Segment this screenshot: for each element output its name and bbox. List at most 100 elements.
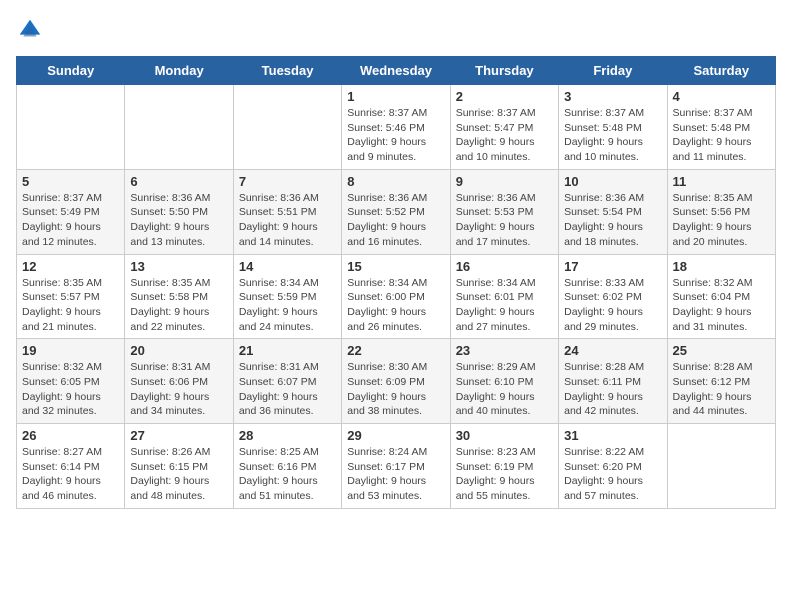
calendar-week-5: 26 Sunrise: 8:27 AM Sunset: 6:14 PM Dayli… [17, 424, 776, 509]
calendar-cell: 4Sunrise: 8:37 AM Sunset: 5:48 PM Daylig… [667, 85, 775, 170]
day-detail: Sunrise: 8:33 AM Sunset: 6:02 PM Dayligh… [564, 276, 661, 335]
day-detail: Sunrise: 8:34 AM Sunset: 6:00 PM Dayligh… [347, 276, 444, 335]
day-number: 27 [130, 428, 227, 443]
calendar-cell: 25Sunrise: 8:28 AM Sunset: 6:12 PM Dayli… [667, 339, 775, 424]
day-number: 24 [564, 343, 661, 358]
day-detail: Sunrise: 8:32 AM Sunset: 6:05 PM Dayligh… [22, 360, 119, 419]
calendar-cell: 11 Sunrise: 8:35 AM Sunset: 5:56 PM Dayli… [667, 169, 775, 254]
day-detail: Sunrise: 8:34 AM Sunset: 5:59 PM Dayligh… [239, 276, 336, 335]
calendar-cell: 9Sunrise: 8:36 AM Sunset: 5:53 PM Daylig… [450, 169, 558, 254]
calendar-cell: 6Sunrise: 8:36 AM Sunset: 5:50 PM Daylig… [125, 169, 233, 254]
calendar-cell: 10Sunrise: 8:36 AM Sunset: 5:54 PM Dayli… [559, 169, 667, 254]
day-detail: Sunrise: 8:35 AM Sunset: 5:57 PM Dayligh… [22, 276, 119, 335]
day-detail: Sunrise: 8:35 AM Sunset: 5:56 PM Dayligh… [673, 191, 770, 250]
calendar-cell: 13Sunrise: 8:35 AM Sunset: 5:58 PM Dayli… [125, 254, 233, 339]
weekday-header-wednesday: Wednesday [342, 57, 450, 85]
day-number: 18 [673, 259, 770, 274]
day-number: 9 [456, 174, 553, 189]
weekday-header-friday: Friday [559, 57, 667, 85]
day-number: 15 [347, 259, 444, 274]
calendar-cell: 27Sunrise: 8:26 AM Sunset: 6:15 PM Dayli… [125, 424, 233, 509]
day-number: 21 [239, 343, 336, 358]
day-detail: Sunrise: 8:25 AM Sunset: 6:16 PM Dayligh… [239, 445, 336, 504]
day-detail: Sunrise: 8:34 AM Sunset: 6:01 PM Dayligh… [456, 276, 553, 335]
day-detail: Sunrise: 8:37 AM Sunset: 5:48 PM Dayligh… [564, 106, 661, 165]
calendar-cell: 21 Sunrise: 8:31 AM Sunset: 6:07 PM Dayli… [233, 339, 341, 424]
calendar-cell: 3 Sunrise: 8:37 AM Sunset: 5:48 PM Daylig… [559, 85, 667, 170]
day-number: 5 [22, 174, 119, 189]
day-number: 6 [130, 174, 227, 189]
day-number: 31 [564, 428, 661, 443]
calendar-cell [233, 85, 341, 170]
day-detail: Sunrise: 8:37 AM Sunset: 5:48 PM Dayligh… [673, 106, 770, 165]
day-detail: Sunrise: 8:37 AM Sunset: 5:46 PM Dayligh… [347, 106, 444, 165]
calendar-cell: 24 Sunrise: 8:28 AM Sunset: 6:11 PM Dayli… [559, 339, 667, 424]
calendar-cell: 22Sunrise: 8:30 AM Sunset: 6:09 PM Dayli… [342, 339, 450, 424]
calendar-week-4: 19 Sunrise: 8:32 AM Sunset: 6:05 PM Dayli… [17, 339, 776, 424]
logo-icon [16, 16, 44, 44]
day-detail: Sunrise: 8:32 AM Sunset: 6:04 PM Dayligh… [673, 276, 770, 335]
weekday-header-thursday: Thursday [450, 57, 558, 85]
day-number: 1 [347, 89, 444, 104]
weekday-header-tuesday: Tuesday [233, 57, 341, 85]
calendar-cell: 12 Sunrise: 8:35 AM Sunset: 5:57 PM Dayli… [17, 254, 125, 339]
day-number: 11 [673, 174, 770, 189]
calendar-week-1: 1 Sunrise: 8:37 AM Sunset: 5:46 PM Daylig… [17, 85, 776, 170]
calendar-cell: 23 Sunrise: 8:29 AM Sunset: 6:10 PM Dayli… [450, 339, 558, 424]
day-number: 14 [239, 259, 336, 274]
calendar-body: 1 Sunrise: 8:37 AM Sunset: 5:46 PM Daylig… [17, 85, 776, 509]
weekday-header-saturday: Saturday [667, 57, 775, 85]
calendar-cell: 30Sunrise: 8:23 AM Sunset: 6:19 PM Dayli… [450, 424, 558, 509]
day-detail: Sunrise: 8:31 AM Sunset: 6:06 PM Dayligh… [130, 360, 227, 419]
calendar-cell: 2 Sunrise: 8:37 AM Sunset: 5:47 PM Daylig… [450, 85, 558, 170]
weekday-header-sunday: Sunday [17, 57, 125, 85]
calendar-cell: 28 Sunrise: 8:25 AM Sunset: 6:16 PM Dayli… [233, 424, 341, 509]
page-header [16, 16, 776, 44]
calendar-table: SundayMondayTuesdayWednesdayThursdayFrid… [16, 56, 776, 509]
day-number: 26 [22, 428, 119, 443]
weekday-header-monday: Monday [125, 57, 233, 85]
day-detail: Sunrise: 8:29 AM Sunset: 6:10 PM Dayligh… [456, 360, 553, 419]
calendar-cell [17, 85, 125, 170]
calendar-week-3: 12 Sunrise: 8:35 AM Sunset: 5:57 PM Dayli… [17, 254, 776, 339]
day-number: 29 [347, 428, 444, 443]
day-detail: Sunrise: 8:28 AM Sunset: 6:11 PM Dayligh… [564, 360, 661, 419]
day-number: 16 [456, 259, 553, 274]
day-number: 20 [130, 343, 227, 358]
calendar-cell: 17 Sunrise: 8:33 AM Sunset: 6:02 PM Dayli… [559, 254, 667, 339]
day-detail: Sunrise: 8:37 AM Sunset: 5:49 PM Dayligh… [22, 191, 119, 250]
day-number: 2 [456, 89, 553, 104]
day-number: 3 [564, 89, 661, 104]
day-detail: Sunrise: 8:27 AM Sunset: 6:14 PM Dayligh… [22, 445, 119, 504]
calendar-cell: 20 Sunrise: 8:31 AM Sunset: 6:06 PM Dayli… [125, 339, 233, 424]
calendar-cell: 1 Sunrise: 8:37 AM Sunset: 5:46 PM Daylig… [342, 85, 450, 170]
calendar-header: SundayMondayTuesdayWednesdayThursdayFrid… [17, 57, 776, 85]
day-detail: Sunrise: 8:31 AM Sunset: 6:07 PM Dayligh… [239, 360, 336, 419]
calendar-cell: 5 Sunrise: 8:37 AM Sunset: 5:49 PM Daylig… [17, 169, 125, 254]
day-detail: Sunrise: 8:36 AM Sunset: 5:54 PM Dayligh… [564, 191, 661, 250]
day-detail: Sunrise: 8:36 AM Sunset: 5:52 PM Dayligh… [347, 191, 444, 250]
day-number: 28 [239, 428, 336, 443]
calendar-cell: 31 Sunrise: 8:22 AM Sunset: 6:20 PM Dayli… [559, 424, 667, 509]
calendar-cell: 26 Sunrise: 8:27 AM Sunset: 6:14 PM Dayli… [17, 424, 125, 509]
weekday-row: SundayMondayTuesdayWednesdayThursdayFrid… [17, 57, 776, 85]
calendar-cell [667, 424, 775, 509]
calendar-cell: 19 Sunrise: 8:32 AM Sunset: 6:05 PM Dayli… [17, 339, 125, 424]
day-detail: Sunrise: 8:36 AM Sunset: 5:51 PM Dayligh… [239, 191, 336, 250]
day-detail: Sunrise: 8:28 AM Sunset: 6:12 PM Dayligh… [673, 360, 770, 419]
calendar-cell: 8 Sunrise: 8:36 AM Sunset: 5:52 PM Daylig… [342, 169, 450, 254]
day-detail: Sunrise: 8:22 AM Sunset: 6:20 PM Dayligh… [564, 445, 661, 504]
calendar-cell: 7Sunrise: 8:36 AM Sunset: 5:51 PM Daylig… [233, 169, 341, 254]
day-number: 17 [564, 259, 661, 274]
day-number: 30 [456, 428, 553, 443]
day-number: 23 [456, 343, 553, 358]
day-detail: Sunrise: 8:37 AM Sunset: 5:47 PM Dayligh… [456, 106, 553, 165]
day-number: 19 [22, 343, 119, 358]
day-number: 12 [22, 259, 119, 274]
calendar-cell [125, 85, 233, 170]
day-number: 8 [347, 174, 444, 189]
day-detail: Sunrise: 8:24 AM Sunset: 6:17 PM Dayligh… [347, 445, 444, 504]
day-number: 22 [347, 343, 444, 358]
calendar-cell: 29 Sunrise: 8:24 AM Sunset: 6:17 PM Dayli… [342, 424, 450, 509]
calendar-cell: 14 Sunrise: 8:34 AM Sunset: 5:59 PM Dayli… [233, 254, 341, 339]
